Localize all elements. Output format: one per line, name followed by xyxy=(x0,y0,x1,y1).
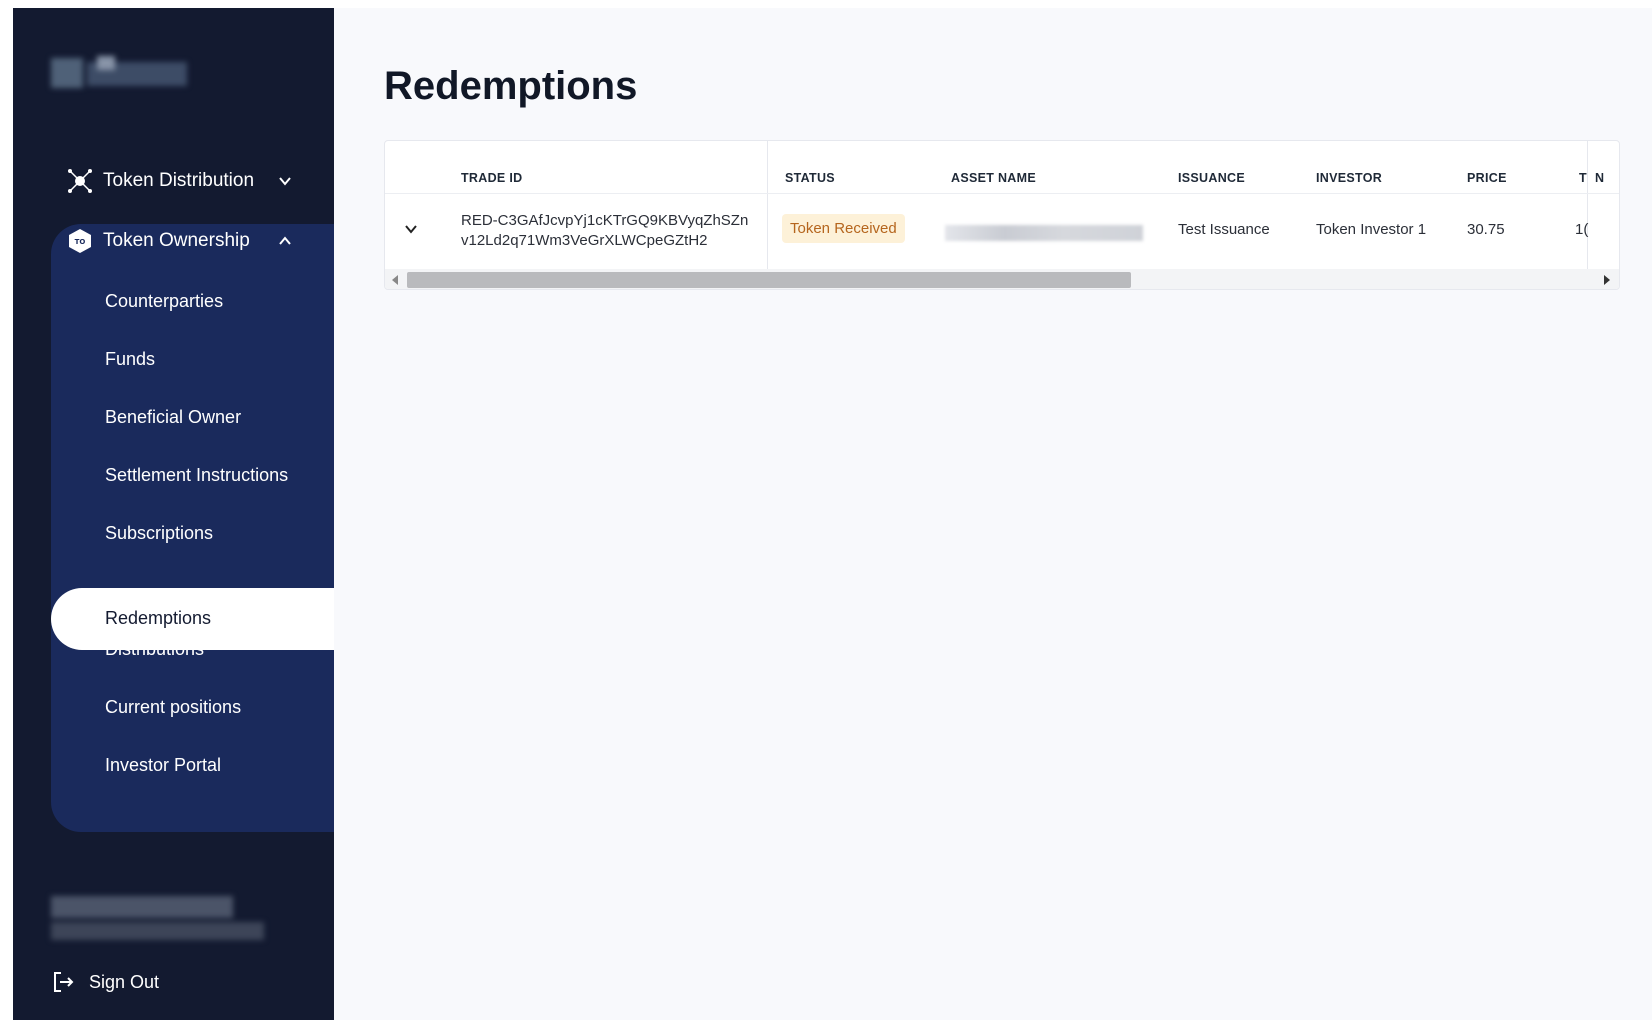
investor-cell: Token Investor 1 xyxy=(1316,221,1427,238)
column-header-trade-id[interactable]: TRADE ID xyxy=(461,171,522,185)
sidebar-item-settlement-instructions[interactable]: Settlement Instructions xyxy=(105,465,288,486)
column-header-asset-name[interactable]: ASSET NAME xyxy=(951,171,1036,185)
sidebar-item-beneficial-owner[interactable]: Beneficial Owner xyxy=(105,407,241,428)
sidebar-item-token-ownership[interactable]: TO Token Ownership xyxy=(51,228,313,254)
sidebar: Token Distribution TO Token Ownership Co… xyxy=(13,8,334,1020)
column-header-t[interactable]: T xyxy=(1579,171,1587,185)
sign-out-label: Sign Out xyxy=(89,971,160,992)
token-icon: TO xyxy=(67,228,93,254)
sidebar-item-investor-portal[interactable]: Investor Portal xyxy=(105,755,221,776)
logo xyxy=(51,50,189,90)
price-cell: 30.75 xyxy=(1467,221,1505,238)
horizontal-scrollbar[interactable] xyxy=(385,269,1619,289)
sidebar-item-distributions[interactable]: Distributions xyxy=(105,639,204,660)
sidebar-item-label: Redemptions xyxy=(105,608,212,628)
sidebar-item-current-positions[interactable]: Current positions xyxy=(105,697,241,718)
trade-id-line: v12Ld2q71Wm3VeGrXLWCpeGZtH2 xyxy=(461,232,708,249)
column-header-status[interactable]: STATUS xyxy=(785,171,835,185)
scrollbar-thumb[interactable] xyxy=(407,272,1131,288)
sidebar-item-label: Token Ownership xyxy=(103,230,250,251)
scroll-left-icon[interactable] xyxy=(389,274,401,286)
column-header-issuance[interactable]: ISSUANCE xyxy=(1178,171,1245,185)
scroll-right-icon[interactable] xyxy=(1601,274,1613,286)
main-content: Redemptions TRADE ID STATUS ASSET NAME I… xyxy=(334,8,1652,1020)
column-header-price[interactable]: PRICE xyxy=(1467,171,1507,185)
page-title: Redemptions xyxy=(384,64,638,108)
user-info xyxy=(51,896,266,944)
network-icon xyxy=(67,168,93,194)
column-divider xyxy=(1587,141,1588,269)
chevron-down-icon xyxy=(277,173,293,189)
sidebar-item-funds[interactable]: Funds xyxy=(105,349,155,370)
issuance-cell: Test Issuance xyxy=(1178,221,1270,238)
sidebar-item-counterparties[interactable]: Counterparties xyxy=(105,291,223,312)
sidebar-item-label: Token Distribution xyxy=(103,170,255,191)
status-badge: Token Received xyxy=(782,214,905,243)
chevron-up-icon xyxy=(277,233,293,249)
trade-id-line: RED-C3GAfJcvpYj1cKTrGQ9KBVyqZhSZn xyxy=(461,212,749,229)
svg-text:TO: TO xyxy=(75,238,86,246)
sidebar-item-token-distribution[interactable]: Token Distribution xyxy=(51,168,313,194)
column-header-investor[interactable]: INVESTOR xyxy=(1316,171,1382,185)
sign-out-icon xyxy=(51,970,75,994)
trade-id-cell: RED-C3GAfJcvpYj1cKTrGQ9KBVyqZhSZn v12Ld2… xyxy=(461,211,748,251)
chevron-down-icon[interactable] xyxy=(403,221,419,237)
sidebar-item-subscriptions[interactable]: Subscriptions xyxy=(105,523,213,544)
column-divider xyxy=(767,141,768,269)
asset-name-cell xyxy=(945,225,1143,241)
sign-out-button[interactable]: Sign Out xyxy=(51,970,159,994)
t-cell: 1( xyxy=(1575,221,1589,238)
column-header-n[interactable]: N xyxy=(1595,171,1604,185)
header-divider xyxy=(385,193,1619,194)
redemptions-table: TRADE ID STATUS ASSET NAME ISSUANCE INVE… xyxy=(384,140,1620,290)
app-frame: Token Distribution TO Token Ownership Co… xyxy=(13,8,1652,1020)
